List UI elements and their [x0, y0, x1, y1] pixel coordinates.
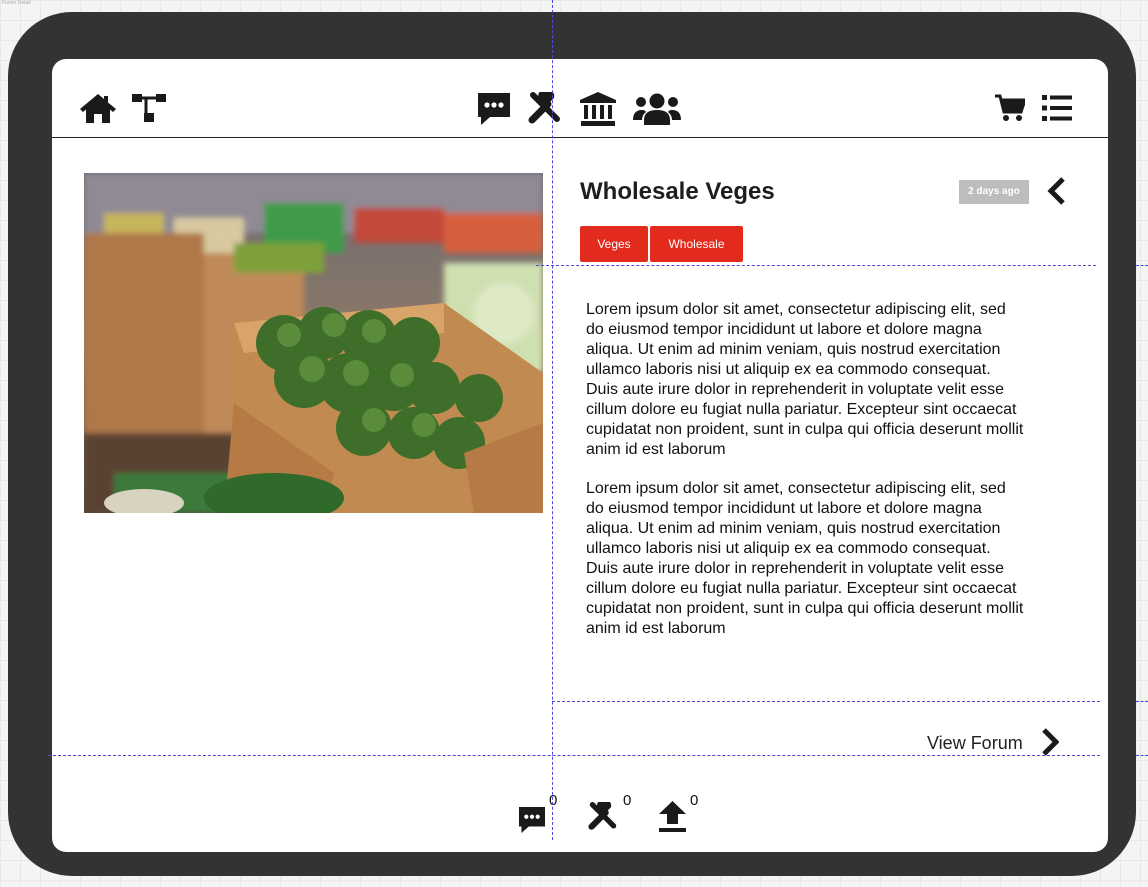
time-ago-badge: 2 days ago	[959, 180, 1029, 204]
screen: Wholesale Veges 2 days ago Veges Wholesa…	[52, 59, 1108, 852]
tag-wholesale[interactable]: Wholesale	[650, 226, 743, 262]
users-icon[interactable]	[633, 93, 681, 125]
guide-horizontal	[1136, 755, 1148, 756]
chevron-left-icon[interactable]	[1047, 177, 1067, 205]
tools-icon[interactable]	[588, 802, 618, 832]
view-forum-link[interactable]: View Forum	[927, 733, 1023, 754]
post-body: Lorem ipsum dolor sit amet, consectetur …	[586, 300, 1026, 658]
home-icon[interactable]	[79, 92, 117, 124]
tools-count: 0	[623, 792, 632, 809]
comments-icon[interactable]	[519, 807, 545, 833]
list-icon[interactable]	[1042, 95, 1072, 121]
chevron-right-icon[interactable]	[1041, 728, 1059, 756]
tools-icon[interactable]	[528, 92, 562, 126]
post-paragraph: Lorem ipsum dolor sit amet, consectetur …	[586, 301, 1024, 458]
bank-icon[interactable]	[580, 92, 616, 126]
tag-veges[interactable]: Veges	[580, 226, 648, 262]
post-title: Wholesale Veges	[580, 178, 775, 205]
sitemap-icon[interactable]	[132, 94, 166, 122]
chat-icon[interactable]	[478, 93, 510, 125]
tablet-frame: Wholesale Veges 2 days ago Veges Wholesa…	[8, 12, 1136, 876]
upload-icon[interactable]	[659, 801, 686, 832]
guide-horizontal	[1136, 265, 1148, 266]
top-nav-bar	[52, 59, 1108, 138]
post-image	[84, 173, 543, 513]
uploads-count: 0	[690, 792, 699, 809]
post-paragraph: Lorem ipsum dolor sit amet, consectetur …	[586, 480, 1024, 637]
view-forum-label: View Forum	[927, 733, 1023, 753]
window-label: Forum Detail	[2, 0, 31, 6]
comments-count: 0	[549, 792, 558, 809]
guide-horizontal	[1136, 701, 1148, 702]
cart-icon[interactable]	[995, 94, 1025, 122]
